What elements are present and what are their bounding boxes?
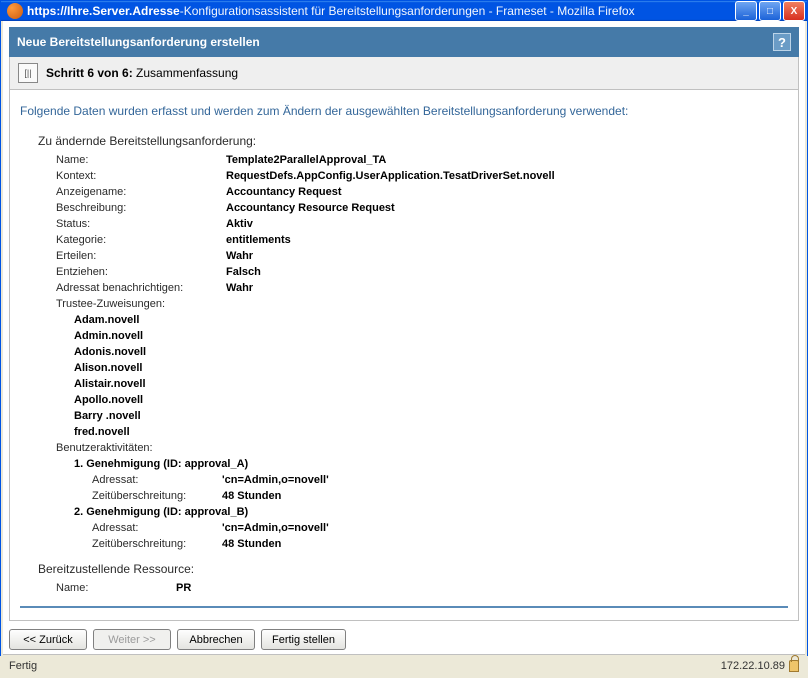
value-kontext: RequestDefs.AppConfig.UserApplication.Te… bbox=[226, 168, 555, 184]
status-text: Fertig bbox=[9, 660, 37, 672]
summary-scroll-area[interactable]: Folgende Daten wurden erfasst und werden… bbox=[9, 90, 799, 621]
wizard-title: Neue Bereitstellungsanforderung erstelle… bbox=[17, 35, 260, 49]
activity-1-adressat-value: 'cn=Admin,o=novell' bbox=[222, 472, 329, 488]
cancel-button[interactable]: Abbrechen bbox=[177, 629, 255, 650]
activity-1-adressat-label: Adressat: bbox=[92, 472, 222, 488]
label-erteilen: Erteilen: bbox=[56, 248, 226, 264]
trustee-item: Adam.novell bbox=[74, 312, 788, 328]
label-entziehen: Entziehen: bbox=[56, 264, 226, 280]
section-to-change-title: Zu ändernde Bereitstellungsanforderung: bbox=[38, 134, 788, 148]
value-kategorie: entitlements bbox=[226, 232, 291, 248]
back-button[interactable]: << Zurück bbox=[9, 629, 87, 650]
activity-2-adressat-label: Adressat: bbox=[92, 520, 222, 536]
trustee-item: fred.novell bbox=[74, 424, 788, 440]
value-anzeigename: Accountancy Request bbox=[226, 184, 342, 200]
value-beschreibung: Accountancy Resource Request bbox=[226, 200, 395, 216]
section-resource-title: Bereitzustellende Ressource: bbox=[38, 562, 788, 576]
activity-1-zeit-value: 48 Stunden bbox=[222, 488, 281, 504]
finish-button[interactable]: Fertig stellen bbox=[261, 629, 346, 650]
lock-icon bbox=[789, 660, 799, 672]
close-button[interactable]: X bbox=[783, 1, 805, 21]
value-name: Template2ParallelApproval_TA bbox=[226, 152, 386, 168]
label-status: Status: bbox=[56, 216, 226, 232]
step-bar: Schritt 6 von 6: Zusammenfassung bbox=[9, 57, 799, 90]
trustee-item: Alistair.novell bbox=[74, 376, 788, 392]
wizard-header: Neue Bereitstellungsanforderung erstelle… bbox=[9, 27, 799, 57]
button-bar: << Zurück Weiter >> Abbrechen Fertig ste… bbox=[9, 625, 799, 654]
minimize-button[interactable]: _ bbox=[735, 1, 757, 21]
maximize-button[interactable]: □ bbox=[759, 1, 781, 21]
trustee-list: Adam.novell Admin.novell Adonis.novell A… bbox=[74, 312, 788, 440]
activity-2-zeit-value: 48 Stunden bbox=[222, 536, 281, 552]
activity-1-title: 1. Genehmigung (ID: approval_A) bbox=[74, 456, 788, 472]
label-adressat-benachrichtigen: Adressat benachrichtigen: bbox=[56, 280, 226, 296]
label-anzeigename: Anzeigename: bbox=[56, 184, 226, 200]
step-icon bbox=[18, 63, 38, 83]
status-ip: 172.22.10.89 bbox=[721, 660, 785, 672]
titlebar: https://Ihre.Server.Adresse -Konfigurati… bbox=[1, 1, 807, 21]
resource-name-value: PR bbox=[176, 580, 191, 596]
activity-2-adressat-value: 'cn=Admin,o=novell' bbox=[222, 520, 329, 536]
trustee-item: Alison.novell bbox=[74, 360, 788, 376]
value-status: Aktiv bbox=[226, 216, 253, 232]
firefox-icon bbox=[7, 3, 23, 19]
resource-name-label: Name: bbox=[56, 580, 176, 596]
label-benutzeraktivitaeten: Benutzeraktivitäten: bbox=[56, 440, 226, 456]
next-button: Weiter >> bbox=[93, 629, 171, 650]
statusbar: Fertig 172.22.10.89 bbox=[3, 654, 805, 676]
label-trustee: Trustee-Zuweisungen: bbox=[56, 296, 226, 312]
window-title: https://Ihre.Server.Adresse -Konfigurati… bbox=[27, 4, 635, 18]
help-button[interactable]: ? bbox=[773, 33, 791, 51]
value-adressat-benachrichtigen: Wahr bbox=[226, 280, 253, 296]
label-kategorie: Kategorie: bbox=[56, 232, 226, 248]
label-kontext: Kontext: bbox=[56, 168, 226, 184]
value-erteilen: Wahr bbox=[226, 248, 253, 264]
activity-2-title: 2. Genehmigung (ID: approval_B) bbox=[74, 504, 788, 520]
value-entziehen: Falsch bbox=[226, 264, 261, 280]
trustee-item: Apollo.novell bbox=[74, 392, 788, 408]
intro-text: Folgende Daten wurden erfasst und werden… bbox=[20, 104, 788, 118]
trustee-item: Adonis.novell bbox=[74, 344, 788, 360]
trustee-item: Admin.novell bbox=[74, 328, 788, 344]
activity-2-zeit-label: Zeitüberschreitung: bbox=[92, 536, 222, 552]
trustee-item: Barry .novell bbox=[74, 408, 788, 424]
step-label: Schritt 6 von 6: Zusammenfassung bbox=[46, 66, 238, 80]
activity-1-zeit-label: Zeitüberschreitung: bbox=[92, 488, 222, 504]
label-name: Name: bbox=[56, 152, 226, 168]
label-beschreibung: Beschreibung: bbox=[56, 200, 226, 216]
divider bbox=[20, 606, 788, 608]
